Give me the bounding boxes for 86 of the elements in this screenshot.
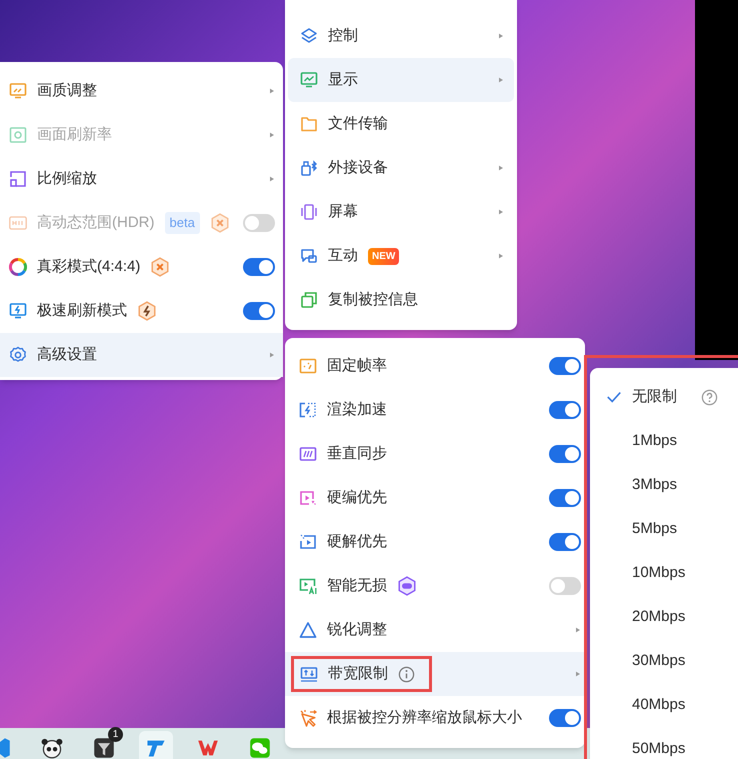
device-icon <box>300 159 318 177</box>
menu-item[interactable]: 智能无损 <box>285 564 585 608</box>
monitor-bolt-icon <box>9 302 27 320</box>
chat-icon <box>300 247 318 265</box>
menu-item[interactable]: 无限制 <box>590 375 738 419</box>
menu-item[interactable]: 真彩模式(4:4:4) <box>0 245 283 289</box>
transfer-icon <box>300 665 318 683</box>
menu-item[interactable]: 比例缩放 <box>0 157 283 201</box>
menu-item[interactable]: 硬编优先 <box>285 476 585 520</box>
toggle-switch[interactable] <box>549 401 581 419</box>
settings-icon <box>9 346 27 364</box>
help-icon <box>701 388 718 406</box>
caret-icon <box>498 207 504 217</box>
monitor-chart-icon <box>300 71 318 89</box>
info-icon <box>398 666 415 682</box>
toggle-switch[interactable] <box>549 709 581 727</box>
menu-item[interactable]: 根据被控分辨率缩放鼠标大小 <box>285 696 585 740</box>
bolt-frame-icon <box>299 401 317 419</box>
menu-item[interactable]: 文件传输 <box>288 102 514 146</box>
menu-item[interactable]: 5Mbps <box>590 507 738 551</box>
stripes-icon <box>299 445 317 463</box>
menu-item[interactable]: 1Mbps <box>590 419 738 463</box>
toggle-switch[interactable] <box>549 357 581 375</box>
menu-item[interactable]: 50Mbps <box>590 727 738 759</box>
hexagon-badge-icon <box>150 257 170 277</box>
hexagon-badge-icon <box>210 213 230 233</box>
toggle-switch[interactable] <box>549 533 581 551</box>
menu-item[interactable]: 固定帧率 <box>285 344 585 388</box>
ai-frame-icon <box>299 577 317 595</box>
hexagon-badge-icon <box>397 576 417 596</box>
cursor-icon <box>299 709 317 727</box>
panda-icon <box>41 737 63 759</box>
caret-icon <box>498 31 504 41</box>
menu-item[interactable]: 互动 NEW <box>288 234 514 278</box>
menu-item[interactable]: 10Mbps <box>590 551 738 595</box>
menu-item[interactable]: 高级设置 <box>0 333 283 377</box>
caret-icon <box>498 251 504 261</box>
frame-icon <box>299 357 317 375</box>
frame-icon <box>9 214 27 232</box>
new-tag: NEW <box>368 248 400 264</box>
play-frame-icon <box>299 489 317 507</box>
screens-icon <box>300 203 318 221</box>
menu-item[interactable]: 硬解优先 <box>285 520 585 564</box>
menu-label: 带宽限制 <box>328 664 388 684</box>
toggle-switch[interactable] <box>243 258 275 276</box>
menu-item[interactable]: 渲染加速 <box>285 388 585 432</box>
caret-icon <box>269 86 275 96</box>
menu-item[interactable]: 20Mbps <box>590 595 738 639</box>
menu-item[interactable]: 40Mbps <box>590 683 738 727</box>
copy-icon <box>300 291 318 309</box>
caret-icon <box>498 75 504 85</box>
menu-item[interactable]: 复制被控信息 <box>288 278 514 322</box>
beta-tag: beta <box>164 212 200 234</box>
toggle-switch[interactable] <box>549 489 581 507</box>
hexagon-badge-icon <box>137 301 157 321</box>
menu-item[interactable]: 锐化调整 <box>285 608 585 652</box>
notification-badge: 1 <box>108 727 123 742</box>
refresh-square-icon <box>9 126 27 144</box>
menu-item[interactable]: 带宽限制 <box>285 652 585 696</box>
menu-item[interactable]: 屏幕 <box>288 190 514 234</box>
menu-item[interactable]: 显示 <box>288 58 514 102</box>
chat-app-icon <box>249 737 271 759</box>
caret-icon <box>498 163 504 173</box>
funnel-app-icon <box>93 737 115 759</box>
caret-icon <box>575 625 581 635</box>
menu-item[interactable]: 3Mbps <box>590 463 738 507</box>
caret-icon <box>269 350 275 360</box>
toggle-switch[interactable] <box>549 445 581 463</box>
play-frame-icon <box>299 533 317 551</box>
menu-item[interactable]: 垂直同步 <box>285 432 585 476</box>
triangle-icon <box>299 621 317 639</box>
toggle-switch[interactable] <box>549 577 581 595</box>
caret-icon <box>269 130 275 140</box>
toggle-switch[interactable] <box>243 302 275 320</box>
monitor-icon <box>9 82 27 100</box>
folder-icon <box>300 115 318 133</box>
caret-icon <box>575 669 581 679</box>
resize-icon <box>9 170 27 188</box>
menu-item[interactable]: 画质调整 <box>0 69 283 113</box>
layers-icon <box>300 27 318 45</box>
menu-item[interactable]: 极速刷新模式 <box>0 289 283 333</box>
menu-item[interactable]: 外接设备 <box>288 146 514 190</box>
menu-item[interactable]: 30Mbps <box>590 639 738 683</box>
menu-item[interactable]: 控制 <box>288 14 514 58</box>
caret-icon <box>269 174 275 184</box>
color-ring-icon <box>9 258 27 276</box>
